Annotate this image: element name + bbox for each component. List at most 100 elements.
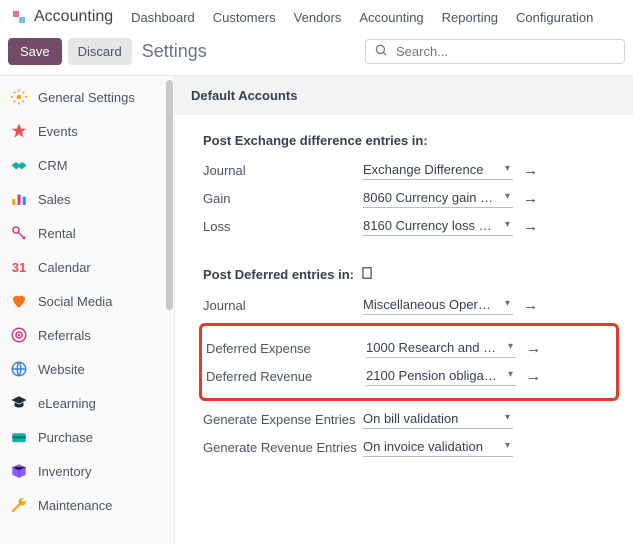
menu-configuration[interactable]: Configuration <box>516 10 593 25</box>
row-deferred-expense: Deferred Expense 1000 Research and devel… <box>206 338 612 358</box>
sidebar-item-label: Purchase <box>38 430 93 445</box>
row-deferred-journal: Journal Miscellaneous Operations ▾ → <box>203 295 615 315</box>
section-title-default-accounts: Default Accounts <box>175 76 633 115</box>
chevron-down-icon: ▾ <box>505 412 510 423</box>
sidebar-item-general-settings[interactable]: General Settings <box>0 80 174 114</box>
save-button[interactable]: Save <box>8 38 62 65</box>
menu-dashboard[interactable]: Dashboard <box>131 10 195 25</box>
label-gain: Gain <box>203 191 363 206</box>
sidebar-item-website[interactable]: Website <box>0 352 174 386</box>
menu-vendors[interactable]: Vendors <box>294 10 342 25</box>
label-generate-expense: Generate Expense Entries <box>203 412 363 427</box>
app-title: Accounting <box>10 8 113 26</box>
external-link-icon[interactable]: → <box>526 368 541 385</box>
external-link-icon[interactable]: → <box>523 162 538 179</box>
field-deferred-journal[interactable]: Miscellaneous Operations ▾ <box>363 295 513 315</box>
sidebar-item-maintenance[interactable]: Maintenance <box>0 488 174 522</box>
sidebar-item-label: Social Media <box>38 294 112 309</box>
label-journal: Journal <box>203 163 363 178</box>
sidebar-item-elearning[interactable]: eLearning <box>0 386 174 420</box>
sidebar-item-calendar[interactable]: 31 Calendar <box>0 250 174 284</box>
search-input[interactable] <box>394 43 616 60</box>
discard-button[interactable]: Discard <box>68 38 132 65</box>
chevron-down-icon: ▾ <box>505 219 510 230</box>
label-deferred-revenue: Deferred Revenue <box>206 369 366 384</box>
field-generate-expense[interactable]: On bill validation ▾ <box>363 409 513 429</box>
sidebar-item-events[interactable]: Events <box>0 114 174 148</box>
field-exchange-gain[interactable]: 8060 Currency gain (accrued) ▾ <box>363 188 513 208</box>
menu-accounting[interactable]: Accounting <box>359 10 423 25</box>
group-exchange-title: Post Exchange difference entries in: <box>203 133 615 148</box>
globe-icon <box>10 360 28 378</box>
label-generate-revenue: Generate Revenue Entries <box>203 440 363 455</box>
sidebar-item-purchase[interactable]: Purchase <box>0 420 174 454</box>
page-title: Settings <box>142 41 207 62</box>
top-menu-bar: Accounting Dashboard Customers Vendors A… <box>0 0 633 32</box>
sidebar-item-label: Maintenance <box>38 498 112 513</box>
sidebar-scrollbar[interactable] <box>164 80 174 310</box>
top-menu: Dashboard Customers Vendors Accounting R… <box>131 10 593 25</box>
row-exchange-journal: Journal Exchange Difference ▾ → <box>203 160 615 180</box>
sidebar-item-referrals[interactable]: Referrals <box>0 318 174 352</box>
row-exchange-gain: Gain 8060 Currency gain (accrued) ▾ → <box>203 188 615 208</box>
sidebar-item-label: Events <box>38 124 78 139</box>
row-exchange-loss: Loss 8160 Currency loss (discounted) ▾ → <box>203 216 615 236</box>
group-deferred-title: Post Deferred entries in: <box>203 266 615 283</box>
sidebar-item-crm[interactable]: CRM <box>0 148 174 182</box>
external-link-icon[interactable]: → <box>523 190 538 207</box>
field-exchange-journal[interactable]: Exchange Difference ▾ <box>363 160 513 180</box>
label-deferred-expense: Deferred Expense <box>206 341 366 356</box>
sidebar-item-inventory[interactable]: Inventory <box>0 454 174 488</box>
sidebar-item-label: Sales <box>38 192 71 207</box>
external-link-icon[interactable]: → <box>526 340 541 357</box>
highlight-box: Deferred Expense 1000 Research and devel… <box>199 323 619 401</box>
sidebar-item-label: Rental <box>38 226 76 241</box>
label-loss: Loss <box>203 219 363 234</box>
bars-icon <box>10 190 28 208</box>
sidebar-item-sales[interactable]: Sales <box>0 182 174 216</box>
field-deferred-expense[interactable]: 1000 Research and development ▾ <box>366 338 516 358</box>
sub-bar: Save Discard Settings <box>0 32 633 75</box>
row-deferred-revenue: Deferred Revenue 2100 Pension obligation… <box>206 366 612 386</box>
wallet-icon <box>10 428 28 446</box>
chevron-down-icon: ▾ <box>505 191 510 202</box>
target-icon <box>10 326 28 344</box>
calendar-icon: 31 <box>10 258 28 276</box>
external-link-icon[interactable]: → <box>523 218 538 235</box>
sidebar-item-rental[interactable]: Rental <box>0 216 174 250</box>
menu-customers[interactable]: Customers <box>213 10 276 25</box>
settings-content: Default Accounts Post Exchange differenc… <box>175 76 633 544</box>
field-generate-revenue[interactable]: On invoice validation ▾ <box>363 437 513 457</box>
row-generate-revenue: Generate Revenue Entries On invoice vali… <box>203 437 615 457</box>
gear-icon <box>10 88 28 106</box>
field-exchange-loss[interactable]: 8160 Currency loss (discounted) ▾ <box>363 216 513 236</box>
sidebar-item-label: Calendar <box>38 260 91 275</box>
external-link-icon[interactable]: → <box>523 297 538 314</box>
chevron-down-icon: ▾ <box>505 298 510 309</box>
graduation-cap-icon <box>10 394 28 412</box>
handshake-icon <box>10 156 28 174</box>
sidebar-item-label: CRM <box>38 158 68 173</box>
sidebar-item-social-media[interactable]: Social Media <box>0 284 174 318</box>
settings-sidebar: General Settings Events CRM Sales Rental… <box>0 76 175 544</box>
key-icon <box>10 224 28 242</box>
menu-reporting[interactable]: Reporting <box>442 10 498 25</box>
field-deferred-revenue[interactable]: 2100 Pension obligations ▾ <box>366 366 516 386</box>
chevron-down-icon: ▾ <box>505 163 510 174</box>
star-icon <box>10 122 28 140</box>
chevron-down-icon: ▾ <box>505 440 510 451</box>
search-box[interactable] <box>365 39 625 64</box>
sidebar-item-label: Inventory <box>38 464 91 479</box>
row-generate-expense: Generate Expense Entries On bill validat… <box>203 409 615 429</box>
sidebar-item-label: Website <box>38 362 85 377</box>
sidebar-item-label: eLearning <box>38 396 96 411</box>
app-logo-icon <box>10 8 28 26</box>
chevron-down-icon: ▾ <box>508 341 513 352</box>
sidebar-item-label: Referrals <box>38 328 91 343</box>
chevron-down-icon: ▾ <box>508 369 513 380</box>
search-icon <box>374 43 394 60</box>
app-title-text: Accounting <box>34 8 113 26</box>
sidebar-item-label: General Settings <box>38 90 135 105</box>
label-deferred-journal: Journal <box>203 298 363 313</box>
building-icon <box>360 266 374 283</box>
